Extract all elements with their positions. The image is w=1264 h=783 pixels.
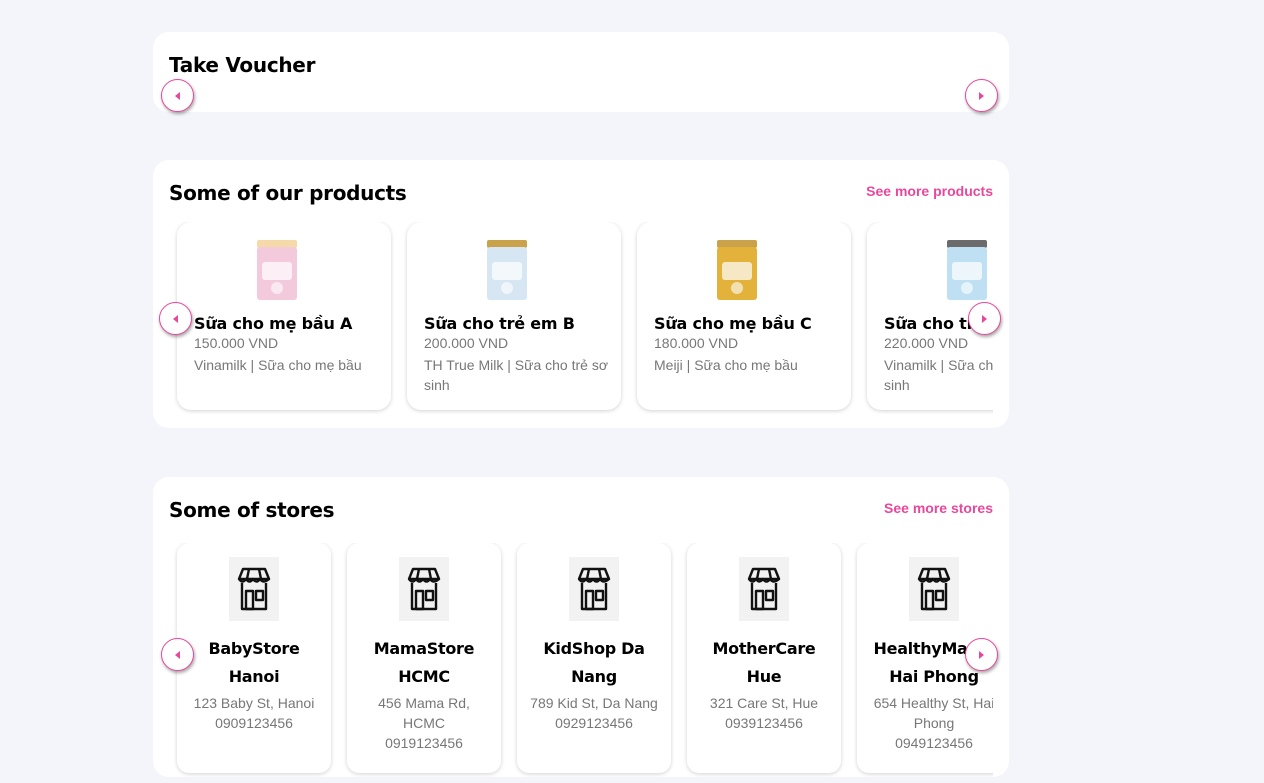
store-icon — [399, 557, 449, 621]
product-price: 220.000 VND — [884, 335, 969, 351]
caret-right-icon — [979, 91, 984, 100]
product-brand-category: TH True Milk | Sữa cho trẻ sơ sinh — [424, 357, 609, 393]
store-name: KidShop Da Nang — [543, 639, 645, 686]
products-carousel: Sữa cho mẹ bầu A 150.000 VND Vinamilk | Sữ… — [169, 222, 993, 418]
store-card[interactable]: MotherCare Hue 321 Care St, Hue 0939123456 — [687, 543, 841, 773]
stores-prev-button[interactable] — [161, 638, 194, 671]
stores-carousel: BabyStore Hanoi 123 Baby St, Hanoi 0909123… — [169, 543, 993, 783]
product-card[interactable]: Sữa cho mẹ bầu C 180.000 VND Meiji | Sữa c… — [637, 222, 851, 410]
products-title: Some of our products — [169, 181, 407, 205]
store-phone: 0929123456 — [555, 715, 633, 731]
store-card[interactable]: BabyStore Hanoi 123 Baby St, Hanoi 0909123… — [177, 543, 331, 773]
store-address: 321 Care St, Hue — [709, 695, 819, 711]
store-icon — [739, 557, 789, 621]
store-icon — [569, 557, 619, 621]
caret-left-icon — [173, 314, 178, 323]
product-card[interactable]: Sữa cho mẹ bầu A 150.000 VND Vinamilk | Sữ… — [177, 222, 391, 410]
product-name: Sữa cho mẹ bầu C — [654, 314, 812, 333]
product-brand-category: Meiji | Sữa cho mẹ bầu — [654, 357, 798, 373]
store-address: 456 Mama Rd, HCMC — [378, 695, 470, 731]
product-price: 200.000 VND — [424, 335, 509, 351]
store-name: MotherCare Hue — [712, 639, 816, 686]
store-phone: 0919123456 — [385, 735, 463, 751]
store-phone: 0949123456 — [895, 735, 973, 751]
product-price: 150.000 VND — [194, 335, 279, 351]
voucher-title: Take Voucher — [169, 53, 316, 77]
product-image — [247, 238, 307, 302]
caret-right-icon — [979, 650, 984, 659]
store-phone: 0909123456 — [215, 715, 293, 731]
product-image — [937, 238, 993, 302]
product-brand-category: Vinamilk | Sữa cho mẹ bầu — [194, 357, 362, 373]
caret-left-icon — [175, 650, 180, 659]
caret-left-icon — [175, 91, 180, 100]
store-address: 654 Healthy St, Hai Phong — [873, 695, 993, 731]
voucher-prev-button[interactable] — [161, 79, 194, 112]
product-image — [707, 238, 767, 302]
store-address-block: 321 Care St, Hue 0939123456 — [699, 693, 829, 733]
stores-next-button[interactable] — [965, 638, 998, 671]
store-address-block: 123 Baby St, Hanoi 0909123456 — [189, 693, 319, 733]
store-icon — [229, 557, 279, 621]
product-image — [477, 238, 537, 302]
product-name: Sữa cho trẻ em B — [424, 314, 575, 333]
store-name: BabyStore Hanoi — [208, 639, 300, 686]
stores-section: Some of stores See more stores BabyStore… — [153, 477, 1009, 777]
store-address: 789 Kid St, Da Nang — [530, 695, 658, 711]
store-card[interactable]: KidShop Da Nang 789 Kid St, Da Nang 092912… — [517, 543, 671, 773]
store-icon — [909, 557, 959, 621]
product-price: 180.000 VND — [654, 335, 739, 351]
store-card[interactable]: MamaStore HCMC 456 Mama Rd, HCMC 091912345… — [347, 543, 501, 773]
products-next-button[interactable] — [968, 302, 1001, 335]
stores-title: Some of stores — [169, 498, 335, 522]
see-more-products-link[interactable]: See more products — [866, 183, 993, 199]
see-more-stores-link[interactable]: See more stores — [884, 500, 993, 516]
caret-right-icon — [982, 314, 987, 323]
store-address: 123 Baby St, Hanoi — [193, 695, 315, 711]
store-address-block: 789 Kid St, Da Nang 0929123456 — [529, 693, 659, 733]
products-section: Some of our products See more products S… — [153, 160, 1009, 428]
store-name: MamaStore HCMC — [373, 639, 475, 686]
products-prev-button[interactable] — [159, 302, 192, 335]
product-card[interactable]: Sữa cho trẻ em B 200.000 VND TH True Milk … — [407, 222, 621, 410]
product-brand-category: Vinamilk | Sữa cho trẻ sơ sinh — [884, 357, 993, 393]
store-phone: 0939123456 — [725, 715, 803, 731]
voucher-next-button[interactable] — [965, 79, 998, 112]
store-address-block: 456 Mama Rd, HCMC 0919123456 — [359, 693, 489, 753]
store-address-block: 654 Healthy St, Hai Phong 0949123456 — [869, 693, 993, 753]
voucher-section: Take Voucher — [153, 32, 1009, 112]
product-name: Sữa cho mẹ bầu A — [194, 314, 353, 333]
